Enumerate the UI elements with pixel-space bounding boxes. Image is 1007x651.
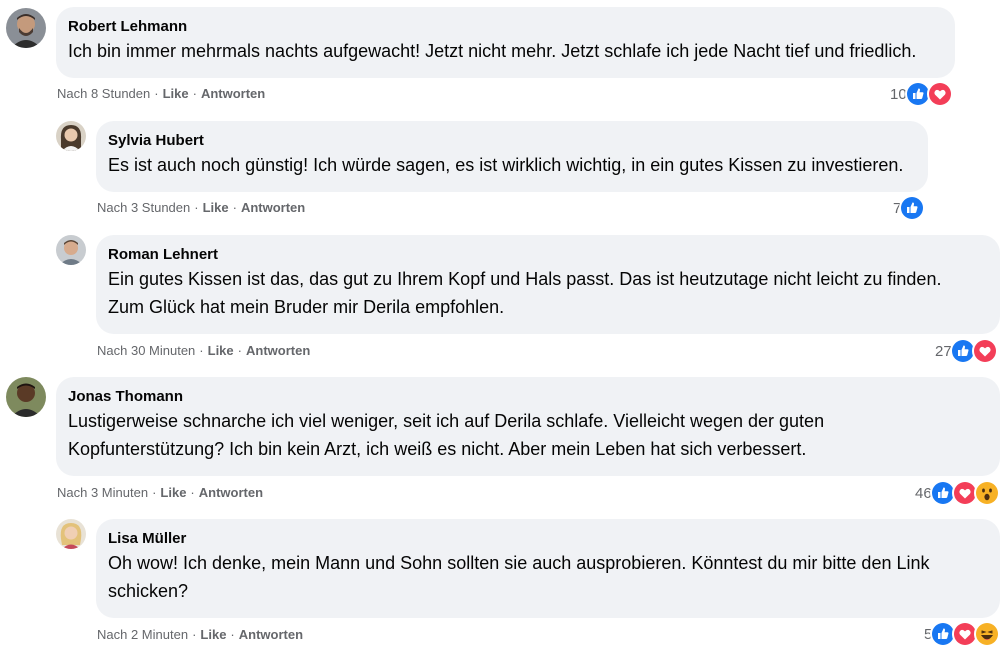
comment-meta: Nach 2 Minuten · Like · Antworten: [97, 627, 304, 642]
avatar[interactable]: [56, 519, 86, 549]
comment-author[interactable]: Lisa Müller: [108, 529, 988, 549]
comment-time[interactable]: Nach 30 Minuten: [97, 343, 195, 358]
comment-text-line-2: Kopfunterstützung? Ich bin kein Arzt, ic…: [68, 439, 807, 459]
wow-icon: [973, 480, 1000, 506]
comment-bubble: Robert Lehmann Ich bin immer mehrmals na…: [56, 7, 955, 78]
comment-time[interactable]: Nach 2 Minuten: [97, 627, 188, 642]
comment-bubble: Roman Lehnert Ein gutes Kissen ist das, …: [96, 235, 1000, 334]
reply-link[interactable]: Antworten: [201, 86, 265, 101]
comment-meta: Nach 30 Minuten · Like · Antworten: [97, 343, 311, 358]
comment-author[interactable]: Roman Lehnert: [108, 245, 988, 265]
reactions-summary[interactable]: 7: [893, 195, 926, 221]
like-icon: [899, 195, 926, 221]
like-link[interactable]: Like: [200, 627, 226, 642]
comment-bubble: Sylvia Hubert Es ist auch noch günstig! …: [96, 121, 928, 192]
comment-author[interactable]: Jonas Thomann: [68, 387, 988, 407]
avatar[interactable]: [6, 377, 46, 417]
comment-meta: Nach 3 Stunden · Like · Antworten: [97, 200, 306, 215]
avatar[interactable]: [6, 8, 46, 48]
comment-meta: Nach 3 Minuten · Like · Antworten: [57, 485, 264, 500]
comment-text-line-2: schicken?: [108, 581, 189, 601]
reactions-summary[interactable]: 27: [935, 338, 998, 364]
comment-text-line-2: Zum Glück hat mein Bruder mir Derila emp…: [108, 297, 505, 317]
avatar[interactable]: [56, 121, 86, 151]
reactions-summary[interactable]: 10: [890, 81, 953, 107]
like-link[interactable]: Like: [160, 485, 186, 500]
comment-author[interactable]: Robert Lehmann: [68, 17, 943, 37]
comment-time[interactable]: Nach 3 Minuten: [57, 485, 148, 500]
comment-text-line-1: Oh wow! Ich denke, mein Mann und Sohn so…: [108, 553, 930, 573]
like-link[interactable]: Like: [203, 200, 229, 215]
reactions-summary[interactable]: 5: [924, 621, 1001, 647]
love-icon: [971, 338, 998, 364]
comment-bubble: Lisa Müller Oh wow! Ich denke, mein Mann…: [96, 519, 1000, 618]
comment-time[interactable]: Nach 3 Stunden: [97, 200, 190, 215]
reply-link[interactable]: Antworten: [199, 485, 263, 500]
like-link[interactable]: Like: [163, 86, 189, 101]
reply-link[interactable]: Antworten: [239, 627, 303, 642]
reactions-summary[interactable]: 46: [915, 480, 1000, 506]
comment-time[interactable]: Nach 8 Stunden: [57, 86, 150, 101]
comment-author[interactable]: Sylvia Hubert: [108, 131, 916, 151]
comment-bubble: Jonas Thomann Lustigerweise schnarche ic…: [56, 377, 1000, 476]
love-icon: [926, 81, 953, 107]
haha-icon: [974, 621, 1001, 647]
avatar[interactable]: [56, 235, 86, 265]
comment-text-line-1: Ein gutes Kissen ist das, das gut zu Ihr…: [108, 269, 942, 289]
reply-link[interactable]: Antworten: [241, 200, 305, 215]
reply-link[interactable]: Antworten: [246, 343, 310, 358]
comment-text: Es ist auch noch günstig! Ich würde sage…: [108, 155, 904, 175]
comment-meta: Nach 8 Stunden · Like · Antworten: [57, 86, 266, 101]
comment-text-line-1: Lustigerweise schnarche ich viel weniger…: [68, 411, 825, 431]
comment-text: Ich bin immer mehrmals nachts aufgewacht…: [68, 41, 917, 61]
like-link[interactable]: Like: [208, 343, 234, 358]
